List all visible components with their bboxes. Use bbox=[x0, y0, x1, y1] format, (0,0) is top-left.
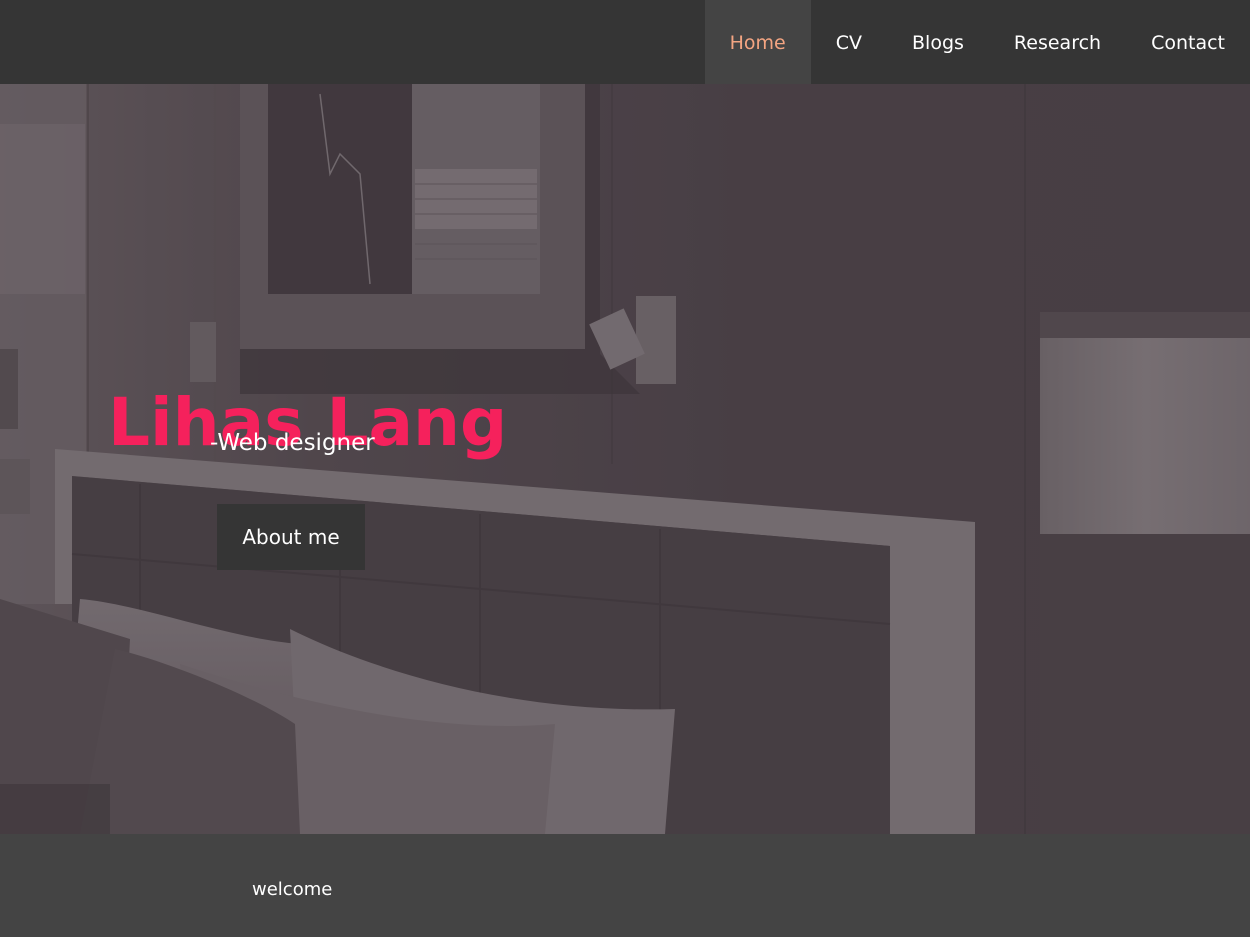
about-me-button[interactable]: About me bbox=[217, 504, 365, 570]
top-navbar: Home CV Blogs Research Contact bbox=[0, 0, 1250, 84]
nav-item-cv[interactable]: CV bbox=[811, 0, 887, 84]
welcome-text: welcome bbox=[252, 879, 333, 900]
welcome-section: welcome bbox=[0, 834, 1250, 937]
hero-role-text: -Web designer bbox=[210, 430, 375, 456]
nav-item-research[interactable]: Research bbox=[989, 0, 1126, 84]
nav-item-blogs[interactable]: Blogs bbox=[887, 0, 989, 84]
nav-menu: Home CV Blogs Research Contact bbox=[704, 0, 1250, 84]
nav-item-contact[interactable]: Contact bbox=[1126, 0, 1250, 84]
hero-section: Lihas Lang -Web designer About me bbox=[0, 84, 1250, 834]
nav-item-home[interactable]: Home bbox=[704, 0, 811, 84]
